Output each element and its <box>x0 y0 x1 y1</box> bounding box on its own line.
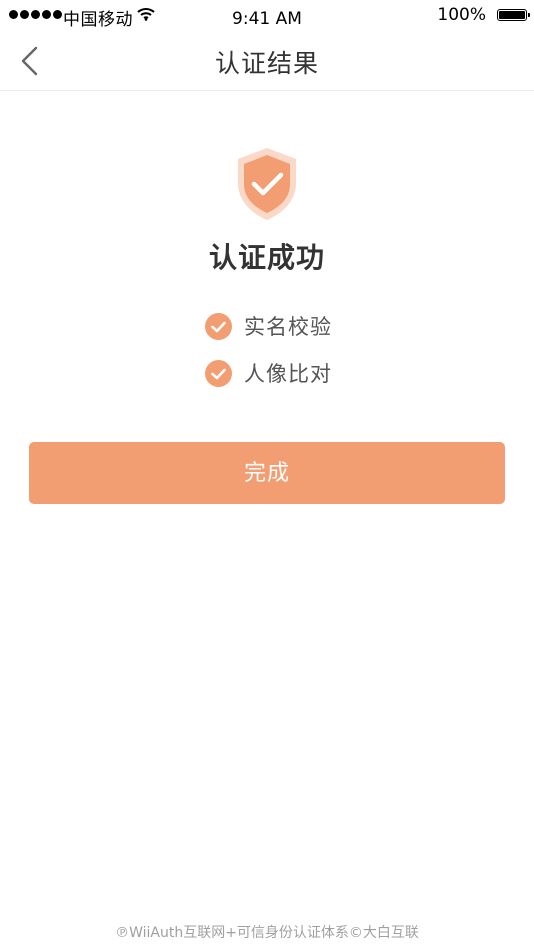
status-bar: 中国移动 9:41 AM 100% <box>0 0 534 32</box>
check-label: 实名校验 <box>244 315 332 339</box>
check-label: 人像比对 <box>244 362 332 386</box>
navigation-bar: 认证结果 <box>0 32 534 91</box>
list-item: 实名校验 <box>205 309 332 343</box>
battery-icon <box>497 9 530 21</box>
verification-check-list: 实名校验 人像比对 <box>205 309 332 403</box>
check-circle-icon <box>205 359 232 387</box>
shield-check-icon <box>236 147 298 221</box>
check-circle-icon <box>205 312 232 340</box>
result-title: 认证成功 <box>208 241 325 274</box>
footer-copyright: ℗WiiAuth互联网+可信身份认证体系©大白互联 <box>115 925 419 941</box>
page-title: 认证结果 <box>214 49 319 78</box>
battery-percentage: 100% <box>437 5 486 25</box>
done-button[interactable]: 完成 <box>29 442 505 504</box>
list-item: 人像比对 <box>205 356 332 390</box>
